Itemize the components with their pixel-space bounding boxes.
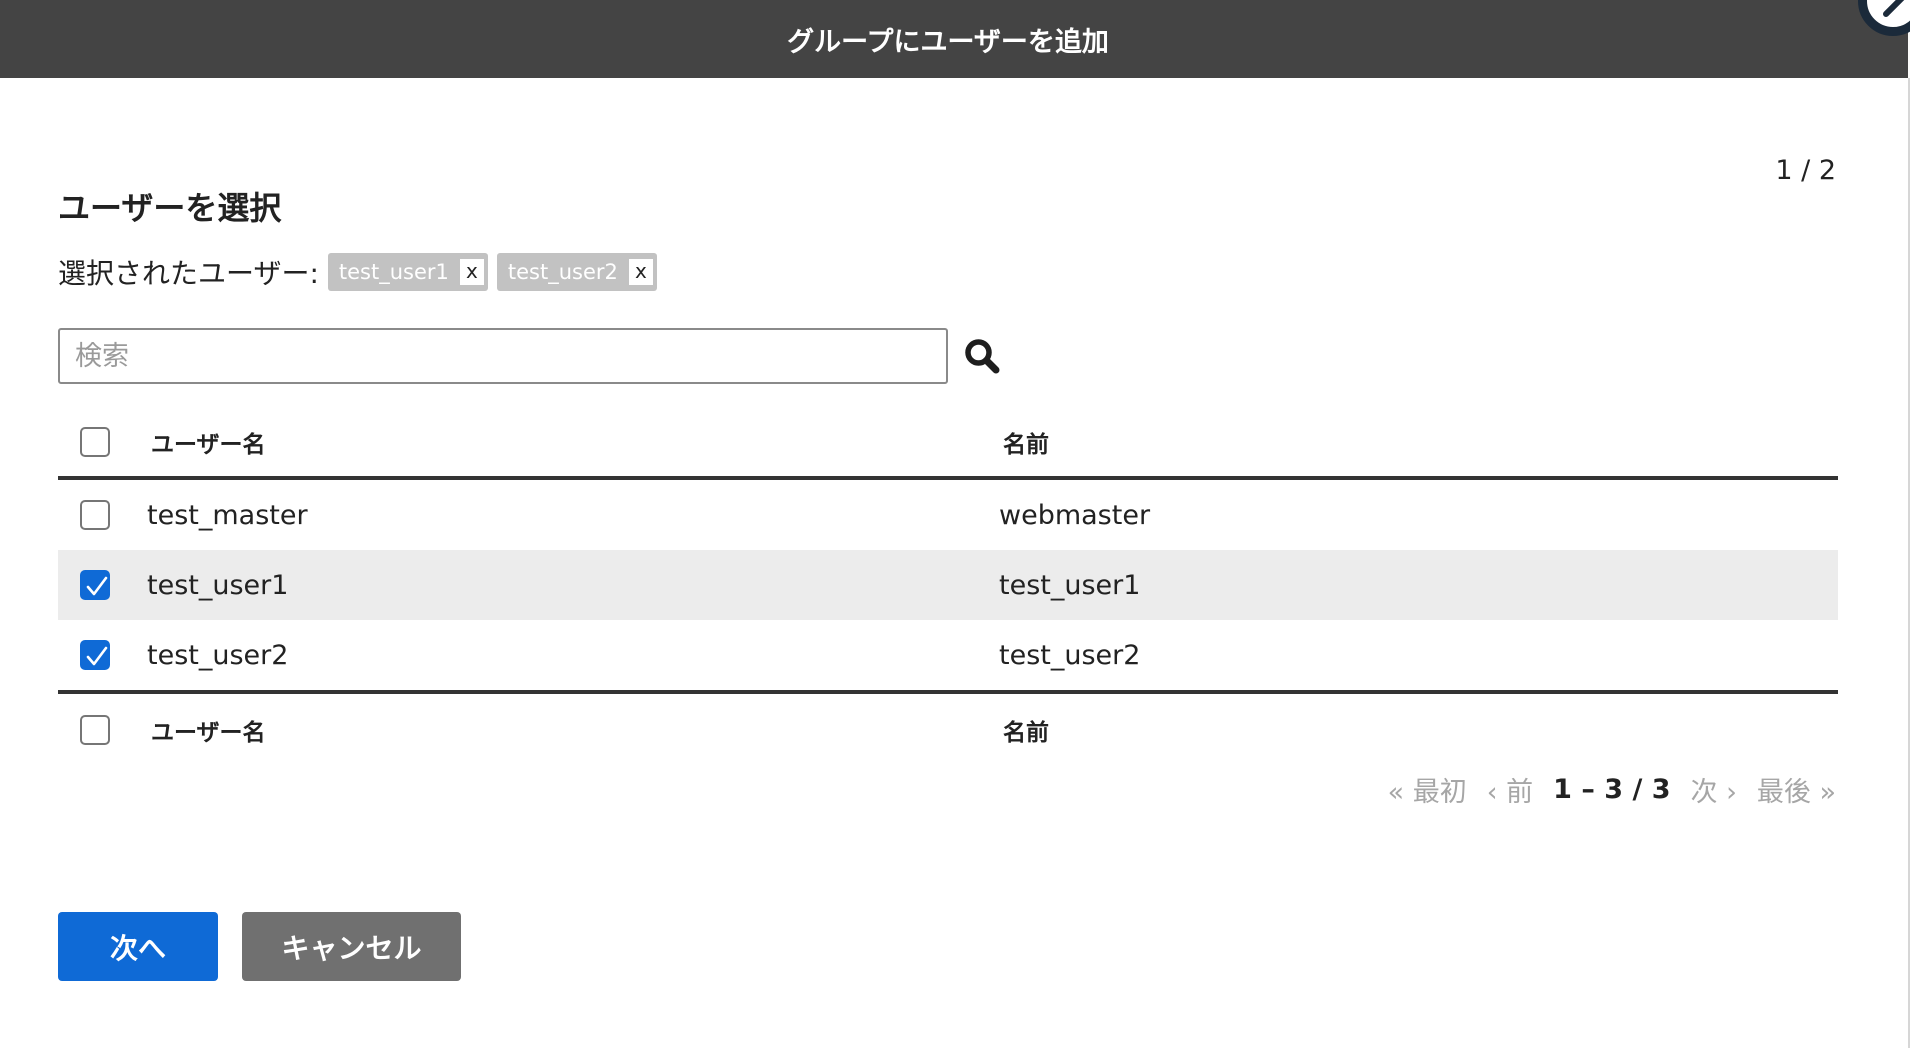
dialog-title: グループにユーザーを追加 <box>787 26 1109 58</box>
table-header-row: ユーザー名 名前 <box>58 408 1838 480</box>
selected-users-label: 選択されたユーザー: <box>58 257 319 290</box>
column-header-username[interactable]: ユーザー名 <box>151 425 266 459</box>
cancel-button[interactable]: キャンセル <box>242 912 461 981</box>
cell-username: test_user2 <box>147 639 289 671</box>
search-input[interactable] <box>58 328 948 384</box>
cell-username: test_user1 <box>147 569 289 601</box>
table-row[interactable]: test_master webmaster <box>58 480 1838 550</box>
table-row[interactable]: test_user1 test_user1 <box>58 550 1838 620</box>
column-footer-name[interactable]: 名前 <box>1003 713 1049 747</box>
checkmark-icon <box>86 576 108 596</box>
chip-remove-button[interactable]: x <box>459 259 484 285</box>
table-footer-row: ユーザー名 名前 <box>58 690 1838 766</box>
chip-label: test_user2 <box>507 260 618 284</box>
checkmark-icon <box>86 646 108 666</box>
users-table: ユーザー名 名前 test_master webmaster test_user… <box>58 408 1838 766</box>
selected-user-chip: test_user2 x <box>496 253 657 291</box>
pagination: « 最初 ‹ 前 1 – 3 / 3 次 › 最後 » <box>1368 770 1836 809</box>
chip-label: test_user1 <box>338 260 449 284</box>
row-checkbox[interactable] <box>80 500 110 530</box>
step-indicator: 1 / 2 <box>1775 155 1836 186</box>
chip-remove-button[interactable]: x <box>628 259 653 285</box>
magnifier-icon <box>965 339 1000 374</box>
cell-name: test_user2 <box>999 639 1141 671</box>
table-row[interactable]: test_user2 test_user2 <box>58 620 1838 690</box>
cell-name: test_user1 <box>999 569 1141 601</box>
column-header-name[interactable]: 名前 <box>1003 425 1049 459</box>
pagination-status: 1 – 3 / 3 <box>1553 774 1671 805</box>
cell-username: test_master <box>147 499 308 531</box>
row-checkbox[interactable] <box>80 640 110 670</box>
select-all-checkbox[interactable] <box>80 427 110 457</box>
section-title: ユーザーを選択 <box>58 189 282 227</box>
next-button[interactable]: 次へ <box>58 912 218 981</box>
dialog-header: グループにユーザーを追加 <box>0 0 1908 78</box>
add-users-dialog: グループにユーザーを追加 1 / 2 ユーザーを選択 選択されたユーザー: te… <box>0 0 1910 1048</box>
cell-name: webmaster <box>999 499 1151 531</box>
pagination-next[interactable]: 次 › <box>1691 770 1737 809</box>
pagination-first[interactable]: « 最初 <box>1388 770 1467 809</box>
pagination-last[interactable]: 最後 » <box>1757 770 1836 809</box>
search-icon[interactable] <box>963 337 1003 377</box>
pagination-prev[interactable]: ‹ 前 <box>1487 770 1533 809</box>
select-all-checkbox-footer[interactable] <box>80 715 110 745</box>
selected-user-chip: test_user1 x <box>327 253 488 291</box>
close-cross-icon <box>1883 0 1905 17</box>
column-footer-username[interactable]: ユーザー名 <box>151 713 266 747</box>
row-checkbox[interactable] <box>80 570 110 600</box>
selected-users: 選択されたユーザー: test_user1 x test_user2 x <box>58 252 666 292</box>
